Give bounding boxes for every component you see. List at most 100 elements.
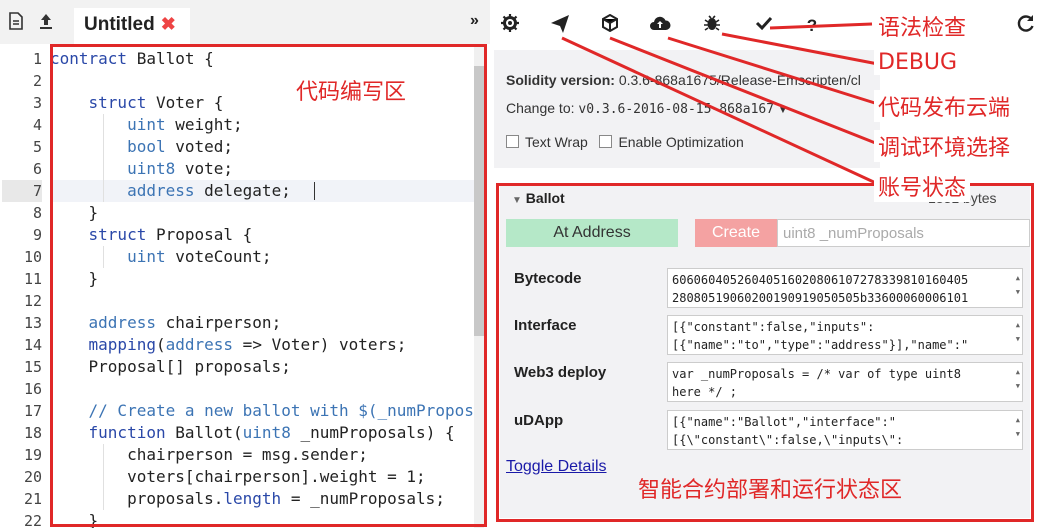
code-area[interactable]: contract Ballot { struct Voter { uint we… [50, 46, 474, 528]
gear-icon[interactable] [498, 14, 522, 38]
indent-guide [103, 246, 104, 268]
enable-optimization-checkbox[interactable] [599, 135, 613, 148]
text-caret [314, 182, 315, 200]
line-number: 1 [32, 50, 42, 68]
code-line: } [50, 269, 99, 288]
code-line: uint voteCount; [127, 247, 272, 266]
line-number: 22 [23, 512, 42, 528]
line-number: 5 [32, 138, 42, 156]
code-line: voters[chairperson].weight = 1; [50, 467, 426, 486]
line-number: 12 [23, 292, 42, 310]
upload-icon[interactable] [36, 12, 56, 32]
code-line: mapping(address => Voter) voters; [88, 335, 407, 354]
annotation-syntax-check: 语法检查 [874, 10, 971, 42]
code-line: chairperson = msg.sender; [50, 445, 368, 464]
code-line: struct Voter { [88, 93, 224, 112]
line-number: 15 [23, 358, 42, 376]
contract-title[interactable]: ▼ Ballot [512, 190, 565, 206]
textarea-scroll-icon[interactable]: ▲ ▼ [1016, 365, 1020, 393]
options-row: Text Wrap Enable Optimization [506, 134, 880, 156]
interface-line: [{"name":"to","type":"address"}],"name":… [672, 338, 969, 352]
textarea-scroll-icon[interactable]: ▲ ▼ [1016, 413, 1020, 441]
check-icon[interactable] [752, 14, 776, 38]
code-line: // Create a new ballot with $(_numPropos… [88, 401, 474, 420]
udapp-textarea[interactable]: [{"name":"Ballot","interface":" [{\"cons… [667, 410, 1023, 450]
code-editor[interactable]: 1 2 3 4 5 6 7 8 9 10 11 12 13 14 15 16 17 18 19 20 21 22 cont… [0, 46, 488, 528]
at-address-button[interactable]: At Address [506, 219, 678, 247]
code-line: bool voted; [127, 137, 234, 156]
bug-icon[interactable] [700, 14, 724, 38]
bytecode-label: Bytecode [514, 270, 582, 287]
editor-toolbar: Untitled ✖ » [0, 0, 490, 44]
code-line: uint weight; [127, 115, 243, 134]
code-line-active: address delegate; [50, 180, 474, 202]
create-button[interactable]: Create [695, 219, 777, 247]
cloud-upload-icon[interactable] [648, 14, 672, 38]
bytecode-textarea[interactable]: 6060604052604051602080610727833981016040… [667, 268, 1023, 308]
box-icon[interactable] [598, 13, 622, 38]
change-to-label: Change to: [506, 100, 575, 116]
line-number: 8 [32, 204, 42, 222]
file-icon[interactable] [6, 12, 26, 32]
annotation-code-area: 代码编写区 [296, 80, 407, 105]
contract-panel: ▼ Ballot 1831 bytes At Address Create By… [500, 186, 1030, 518]
web3-deploy-label: Web3 deploy [514, 364, 607, 381]
chevron-down-icon[interactable]: ▼ [778, 105, 788, 116]
line-number: 19 [23, 446, 42, 464]
tab-untitled[interactable]: Untitled ✖ [74, 8, 190, 44]
code-line: Proposal[] proposals; [50, 357, 291, 376]
text-wrap-checkbox[interactable] [506, 135, 519, 148]
tab-title: Untitled [84, 14, 155, 35]
code-line: uint8 vote; [127, 159, 234, 178]
editor-scrollbar-thumb[interactable] [474, 66, 484, 336]
line-number: 17 [23, 402, 42, 420]
solidity-version-value: 0.3.6-868a1675/Release-Emscripten/cl [618, 72, 861, 88]
annotation-account: 账号状态 [874, 170, 971, 202]
code-line: } [50, 511, 99, 528]
textarea-scroll-icon[interactable]: ▲ ▼ [1016, 318, 1020, 346]
annotation-debug: DEBUG [874, 50, 962, 75]
version-select[interactable]: v0.3.6-2016-08-15-868a167 [578, 102, 774, 117]
line-number: 3 [32, 94, 42, 112]
line-number: 7 [2, 180, 42, 202]
solidity-version-label: Solidity version: [506, 72, 615, 88]
textarea-scroll-icon[interactable]: ▲ ▼ [1016, 271, 1020, 299]
close-icon[interactable]: ✖ [161, 14, 176, 34]
contract-name: Ballot [525, 190, 565, 206]
interface-textarea[interactable]: [{"constant":false,"inputs": [{"name":"t… [667, 315, 1023, 355]
solidity-version-row: Solidity version: 0.3.6-868a1675/Release… [506, 72, 880, 94]
code-line: function Ballot(uint8 _numProposals) { [88, 423, 455, 442]
collapse-panel-icon[interactable]: » [470, 12, 479, 30]
interface-line: [{"constant":false,"inputs": [672, 320, 875, 334]
compiler-settings: Solidity version: 0.3.6-868a1675/Release… [494, 50, 880, 168]
line-number: 16 [23, 380, 42, 398]
web3-line: here */ ; [672, 385, 738, 399]
interface-label: Interface [514, 317, 577, 334]
code-line: proposals.length = _numProposals; [50, 489, 445, 508]
text-wrap-label: Text Wrap [525, 134, 588, 150]
annotation-publish: 代码发布云端 [874, 90, 1015, 122]
udapp-line: [{"name":"Ballot","interface":" [672, 415, 896, 429]
udapp-label: uDApp [514, 412, 564, 429]
bytecode-line: 28080519060200190919050505b3360006000610… [672, 291, 969, 305]
toggle-details-link[interactable]: Toggle Details [506, 458, 607, 476]
line-number: 10 [23, 248, 42, 266]
web3-deploy-textarea[interactable]: var _numProposals = /* var of type uint8… [667, 362, 1023, 402]
code-line: } [50, 203, 99, 222]
send-icon[interactable] [548, 14, 572, 38]
annotation-deploy-area: 智能合约部署和运行状态区 [638, 478, 903, 503]
indent-guide [103, 114, 104, 202]
line-number: 21 [23, 490, 42, 508]
constructor-args-input[interactable] [777, 219, 1030, 247]
question-icon[interactable]: ? [800, 14, 824, 38]
line-number: 20 [23, 468, 42, 486]
refresh-icon[interactable] [1014, 14, 1038, 38]
indent-guide [103, 444, 104, 510]
line-number: 4 [32, 116, 42, 134]
code-line: struct Proposal { [88, 225, 253, 244]
enable-optimization-label: Enable Optimization [618, 134, 744, 150]
code-line: contract Ballot { [50, 49, 214, 68]
line-number: 14 [23, 336, 42, 354]
